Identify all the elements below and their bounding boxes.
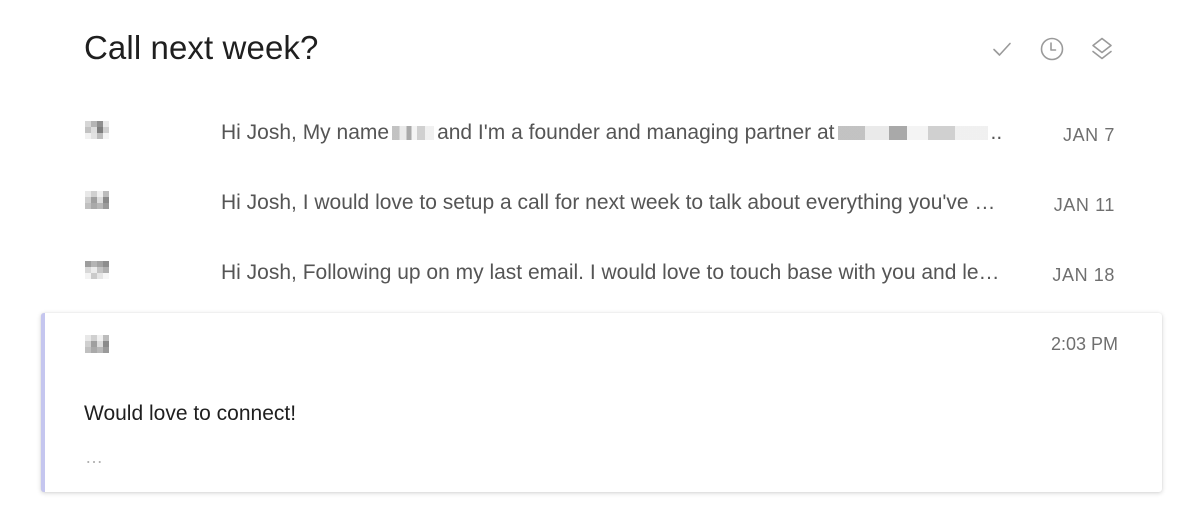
snippet-text-part: and I'm a founder and managing partner a… <box>437 121 835 144</box>
mark-done-button[interactable] <box>988 35 1016 63</box>
snippet-text-part: .. <box>990 121 1003 144</box>
sender-avatar <box>85 261 109 279</box>
thread-message-collapsed[interactable]: Hi Josh, I would love to setup a call fo… <box>0 174 1200 234</box>
show-quoted-text-button[interactable]: … <box>85 447 104 467</box>
thread-actions <box>988 34 1116 64</box>
redacted-name <box>392 126 435 141</box>
message-date: JAN 7 <box>1062 125 1115 145</box>
thread-message-expanded[interactable]: 2:03 PM Would love to connect! … <box>41 313 1162 492</box>
thread-message-collapsed[interactable]: Hi Josh, My name and I'm a founder and ma… <box>0 104 1200 164</box>
sender-avatar <box>85 335 109 353</box>
message-date: JAN 18 <box>1052 265 1115 285</box>
message-date: JAN 11 <box>1053 195 1115 215</box>
move-to-button[interactable] <box>1088 35 1116 63</box>
snippet-text-part: Hi Josh, My name <box>221 121 390 144</box>
message-snippet: Hi Josh, I would love to setup a call fo… <box>221 191 996 214</box>
message-time: 2:03 PM <box>1050 334 1118 354</box>
thread-subject: Call next week? <box>84 29 319 66</box>
redacted-company <box>837 126 988 141</box>
sender-avatar <box>85 191 109 209</box>
message-snippet: Hi Josh, Following up on my last email. … <box>221 261 1000 284</box>
remind-me-button[interactable] <box>1038 35 1066 63</box>
message-body: Would love to connect! <box>84 402 297 425</box>
message-snippet: Hi Josh, My name and I'm a founder and ma… <box>221 119 1002 147</box>
thread-message-collapsed[interactable]: Hi Josh, Following up on my last email. … <box>0 244 1200 304</box>
layers-icon <box>1092 37 1112 60</box>
check-icon <box>993 42 1011 56</box>
email-thread: Call next week? Hi Josh, My name and I'm… <box>0 0 1200 526</box>
sender-avatar <box>85 121 109 139</box>
clock-icon <box>1040 37 1064 61</box>
